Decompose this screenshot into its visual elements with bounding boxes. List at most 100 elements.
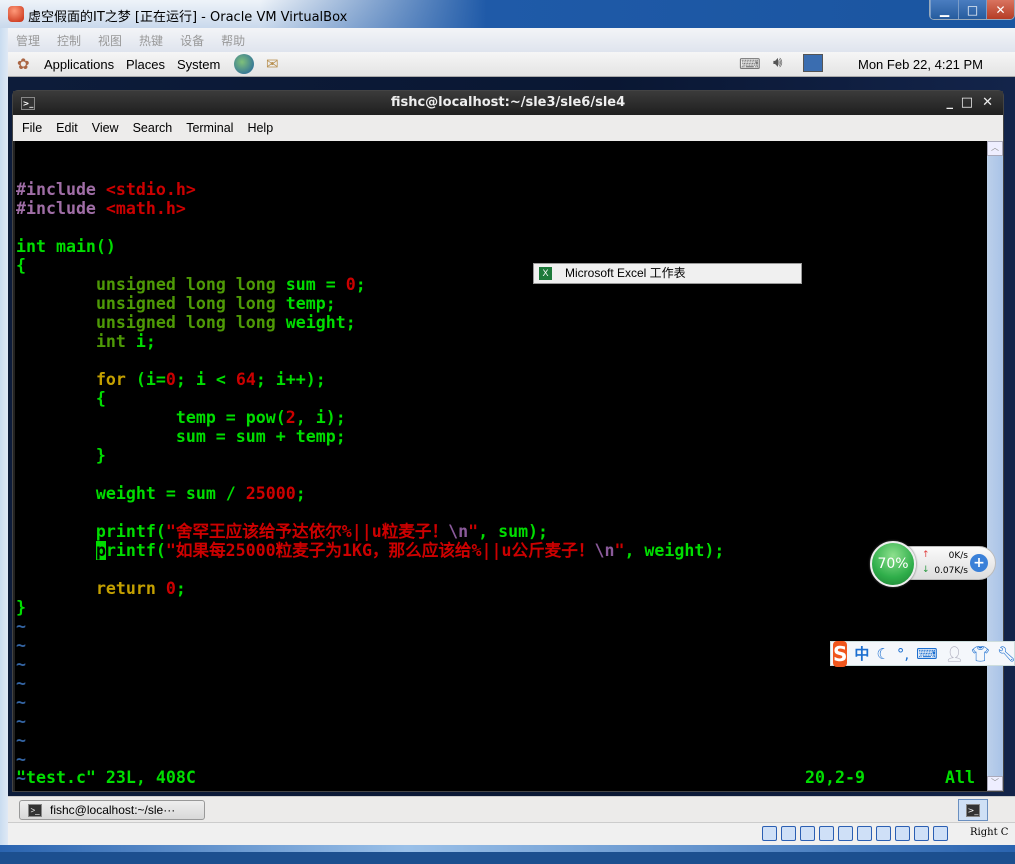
minimize-button[interactable]: ▁ xyxy=(930,0,958,19)
code-token: rintf( xyxy=(105,541,166,560)
terminal-scrollbar[interactable]: ︿ ﹀ xyxy=(987,141,1003,791)
menu-edit[interactable]: Edit xyxy=(56,121,78,135)
hdd-icon[interactable] xyxy=(762,826,777,841)
gnome-top-panel: ✿ Applications Places System ✉ ⌨ 🔊︎ Mon … xyxy=(8,52,1015,77)
usb-icon[interactable] xyxy=(800,826,815,841)
menu-view[interactable]: 视图 xyxy=(98,32,122,49)
menu-applications[interactable]: Applications xyxy=(44,57,114,72)
code-line: ~ xyxy=(16,712,987,731)
code-token: weight = sum / xyxy=(16,484,246,503)
settings-wrench-icon[interactable]: 🔧︎ xyxy=(997,645,1015,663)
clock[interactable]: Mon Feb 22, 4:21 PM xyxy=(858,57,983,72)
chip-icon[interactable] xyxy=(895,826,910,841)
code-lines: #include <stdio.h> #include <math.h> int m… xyxy=(16,180,987,807)
code-line: { xyxy=(16,389,987,408)
half-width-moon-icon[interactable]: ☾ xyxy=(876,645,889,663)
code-line: weight = sum / 25000; xyxy=(16,484,987,503)
code-token: " xyxy=(614,541,625,560)
code-token: int main() xyxy=(16,237,116,256)
code-line: ~ xyxy=(16,693,987,712)
code-token: } xyxy=(16,598,26,617)
code-line: return 0; xyxy=(16,579,987,598)
mail-icon[interactable]: ✉ xyxy=(266,55,279,73)
code-token: for xyxy=(95,370,136,389)
menu-terminal[interactable]: Terminal xyxy=(186,121,233,135)
pen-icon[interactable] xyxy=(819,826,834,841)
workspace-switcher[interactable]: >_ xyxy=(958,799,988,821)
user-icon[interactable]: 👤︎ xyxy=(945,645,964,663)
scroll-down-button[interactable]: ﹀ xyxy=(987,776,1003,791)
menu-devices[interactable]: 设备 xyxy=(180,32,204,49)
shared-folder-icon[interactable] xyxy=(838,826,853,841)
code-token: ; xyxy=(295,484,306,503)
cd-icon[interactable] xyxy=(781,826,796,841)
scroll-up-button[interactable]: ︿ xyxy=(987,141,1003,156)
code-token: (i= xyxy=(135,370,166,389)
ime-mode-toggle[interactable]: 中 xyxy=(854,643,869,664)
code-token: temp; xyxy=(285,294,336,313)
taskbar-terminal-button[interactable]: >_ fishc@localhost:~/sle··· xyxy=(19,800,205,820)
terminal-minimize-button[interactable]: _ xyxy=(947,91,954,115)
window-frame xyxy=(0,28,8,845)
excel-tooltip[interactable]: X Microsoft Excel 工作表 xyxy=(533,263,802,284)
code-token: ~ xyxy=(16,636,26,655)
code-token: ; xyxy=(175,579,186,598)
gnome-bottom-panel: >_ fishc@localhost:~/sle··· >_ xyxy=(8,796,1015,822)
code-token: { xyxy=(16,389,106,408)
virtualbox-statusbar: Right C xyxy=(8,822,1015,845)
code-token: \n xyxy=(448,522,469,541)
network-speed-widget[interactable]: 70% ↑ ↓ 0K/s 0.07K/s + xyxy=(870,541,996,587)
network-icon[interactable] xyxy=(876,826,891,841)
menu-places[interactable]: Places xyxy=(126,57,165,72)
menu-help[interactable]: 帮助 xyxy=(221,32,245,49)
menu-search[interactable]: Search xyxy=(133,121,173,135)
terminal-maximize-button[interactable]: □ xyxy=(961,91,973,115)
menu-system[interactable]: System xyxy=(177,57,220,72)
terminal-close-button[interactable]: ✕ xyxy=(982,91,993,115)
menu-manage[interactable]: 管理 xyxy=(16,32,40,49)
keyboard-capture-icon[interactable] xyxy=(933,826,948,841)
terminal-title: fishc@localhost:~/sle3/sle6/sle4 xyxy=(390,95,626,110)
menu-view[interactable]: View xyxy=(92,121,119,135)
sogou-logo-icon[interactable]: S xyxy=(833,640,848,667)
code-token: unsigned long long xyxy=(95,275,286,294)
code-token: #include xyxy=(16,180,106,199)
code-token: ~ xyxy=(16,750,26,769)
menu-file[interactable]: File xyxy=(22,121,42,135)
network-keyboard-icon[interactable]: ⌨ xyxy=(739,55,761,73)
code-token: \n xyxy=(594,541,615,560)
browser-icon[interactable] xyxy=(234,54,254,74)
code-line: temp = pow(2, i); xyxy=(16,408,987,427)
sogou-ime-toolbar: S 中 ☾ °, ⌨ 👤︎ 👕︎ 🔧︎ xyxy=(830,640,1015,667)
display-icon[interactable] xyxy=(857,826,872,841)
code-line: ~ xyxy=(16,617,987,636)
expand-plus-icon[interactable]: + xyxy=(970,554,988,572)
vim-editor[interactable]: #include <stdio.h> #include <math.h> int m… xyxy=(15,141,987,807)
memory-usage-ball[interactable]: 70% xyxy=(870,541,916,587)
punctuation-icon[interactable]: °, xyxy=(897,645,909,663)
keyboard-icon[interactable]: ⌨ xyxy=(916,645,938,663)
code-line: for (i=0; i < 64; i++); xyxy=(16,370,987,389)
skin-shirt-icon[interactable]: 👕︎ xyxy=(971,645,990,663)
code-token: "舍罕王应该给予达依尔%||u粒麦子！ xyxy=(165,522,449,541)
close-button[interactable]: ✕ xyxy=(986,0,1014,19)
menu-control[interactable]: 控制 xyxy=(57,32,81,49)
code-token: , i); xyxy=(295,408,346,427)
maximize-button[interactable]: □ xyxy=(958,0,986,19)
code-token: ~ xyxy=(16,674,26,693)
volume-icon[interactable]: 🔊︎ xyxy=(773,54,782,71)
menu-hotkey[interactable]: 热键 xyxy=(139,32,163,49)
network-disconnected-icon[interactable] xyxy=(803,54,823,72)
terminal-titlebar: >_ fishc@localhost:~/sle3/sle6/sle4 _ □ … xyxy=(13,91,1003,115)
code-token: " xyxy=(468,522,479,541)
mouse-integration-icon[interactable] xyxy=(914,826,929,841)
excel-icon: X xyxy=(539,267,552,280)
text-cursor: p xyxy=(95,541,106,560)
code-token: ~ xyxy=(16,617,26,636)
menu-help[interactable]: Help xyxy=(247,121,273,135)
code-token: ~ xyxy=(16,693,26,712)
